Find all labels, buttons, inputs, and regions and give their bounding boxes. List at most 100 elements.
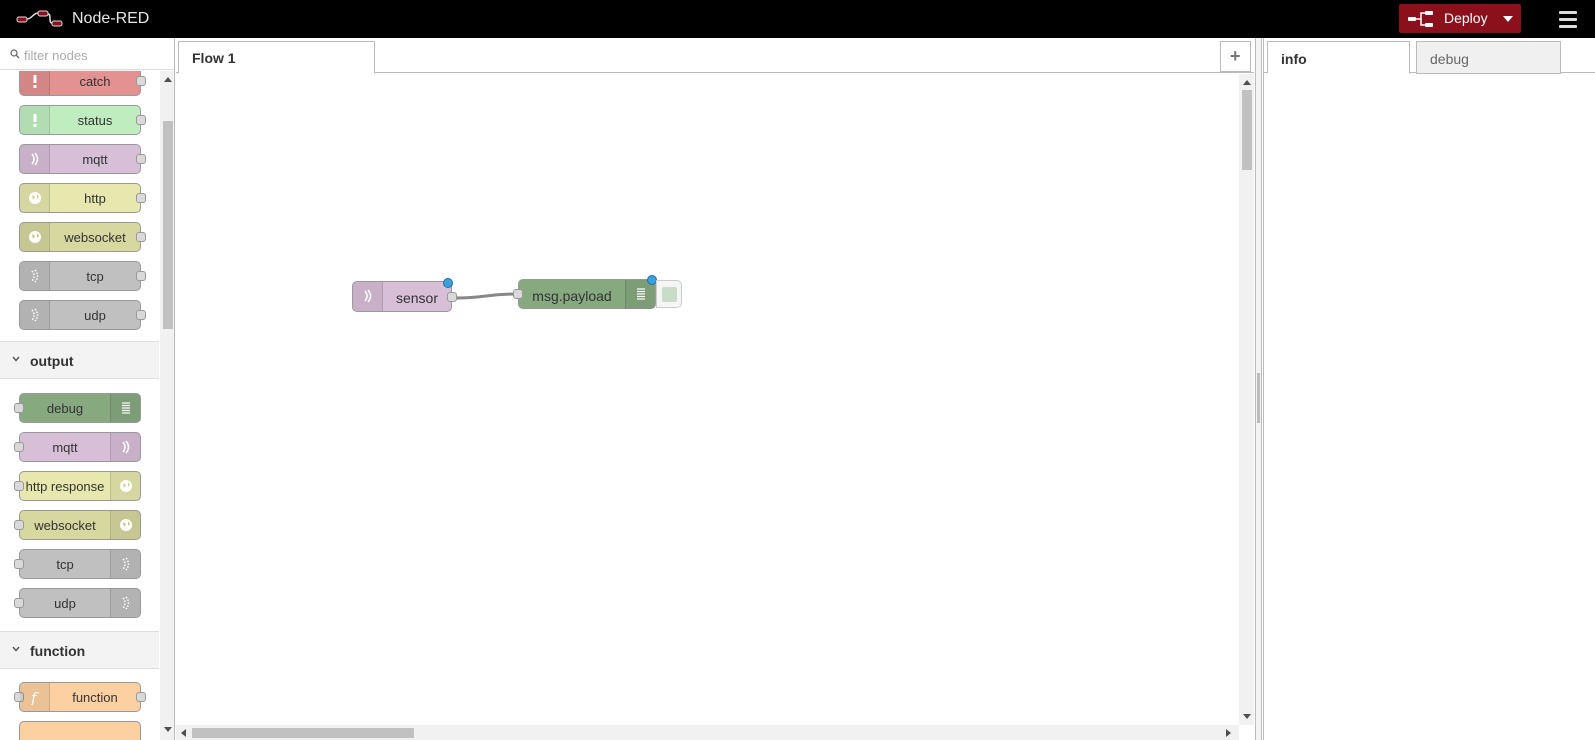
wire[interactable]: [455, 292, 517, 300]
palette-node-label: mqtt: [82, 152, 108, 167]
scroll-down-arrow-icon[interactable]: [1243, 714, 1251, 719]
header-bar: Node-RED Deploy: [0, 0, 1595, 38]
palette-node-label: udp: [54, 596, 76, 611]
filter-nodes-input[interactable]: [22, 44, 167, 66]
scroll-up-arrow-icon[interactable]: [164, 77, 172, 82]
main-menu-button[interactable]: [1556, 8, 1580, 30]
output-port[interactable]: [136, 193, 146, 203]
palette-node-websocket-in[interactable]: websocket: [19, 222, 146, 252]
palette-node-label: udp: [84, 308, 106, 323]
palette-node-debug[interactable]: debug: [14, 393, 141, 423]
palette-node-mqtt-out[interactable]: mqtt: [14, 432, 141, 462]
palette-node-label: websocket: [64, 230, 126, 245]
palette-node-mqtt-in[interactable]: mqtt: [19, 144, 146, 174]
scroll-thumb[interactable]: [1242, 90, 1252, 170]
palette-node-label: mqtt: [52, 440, 78, 455]
tab-label: debug: [1430, 51, 1469, 67]
category-label: output: [30, 353, 74, 369]
alert-icon: [20, 71, 50, 95]
chevron-down-icon: [12, 356, 20, 362]
white-globe-icon: [20, 223, 50, 251]
resize-grip-icon[interactable]: [1257, 373, 1260, 423]
workspace-vertical-scrollbar[interactable]: [1239, 74, 1254, 725]
debug-toggle-button[interactable]: [656, 280, 682, 308]
palette-node-udp-out[interactable]: udp: [14, 588, 141, 618]
output-port[interactable]: [136, 76, 146, 86]
flow-canvas[interactable]: sensor msg.payload: [176, 74, 1239, 725]
node-red-logo-icon: [16, 10, 63, 27]
output-port[interactable]: [136, 692, 146, 702]
palette-node-tcp-out[interactable]: tcp: [14, 549, 141, 579]
tab-label: Flow 1: [192, 50, 236, 66]
palette-node-function[interactable]: f function: [14, 682, 146, 712]
bridge-dash-icon: [20, 262, 50, 290]
palette-list: catch status mqtt http websocket tcp udp…: [0, 71, 159, 740]
scroll-left-arrow-icon[interactable]: [181, 729, 186, 737]
app-title: Node-RED: [72, 10, 150, 27]
node-palette: catch status mqtt http: [0, 38, 175, 740]
output-port[interactable]: [136, 310, 146, 320]
flow-node-sensor[interactable]: sensor: [352, 278, 457, 312]
palette-search: [0, 38, 174, 70]
bridge-icon: [353, 282, 383, 311]
palette-node-label: tcp: [56, 557, 74, 572]
tab-debug[interactable]: debug: [1416, 41, 1561, 74]
scroll-right-arrow-icon[interactable]: [1226, 729, 1231, 737]
palette-node-label: http response: [25, 479, 105, 494]
alert-icon: [20, 106, 50, 134]
scroll-thumb[interactable]: [163, 121, 173, 329]
scroll-thumb[interactable]: [192, 728, 414, 738]
category-function-header[interactable]: function: [0, 631, 159, 669]
tab-flow-1[interactable]: Flow 1: [178, 41, 375, 74]
deploy-label: Deploy: [1444, 10, 1488, 26]
palette-node-partial[interactable]: [19, 721, 141, 740]
function-icon: f: [20, 683, 50, 711]
palette-node-websocket-out[interactable]: websocket: [14, 510, 141, 540]
add-flow-button[interactable]: +: [1220, 41, 1251, 72]
chevron-down-icon: [12, 646, 20, 652]
palette-node-status[interactable]: status: [19, 105, 146, 135]
flow-node-debug[interactable]: msg.payload: [513, 275, 657, 309]
tab-info[interactable]: info: [1267, 41, 1410, 74]
flow-node-label: msg.payload: [532, 288, 612, 304]
bridge-dash-icon: [110, 550, 140, 578]
palette-node-http-in[interactable]: http: [19, 183, 146, 213]
scroll-down-arrow-icon[interactable]: [164, 727, 172, 732]
bridge-icon: [110, 433, 140, 461]
workspace-tabs: Flow 1 +: [176, 38, 1254, 74]
palette-node-tcp-in[interactable]: tcp: [19, 261, 146, 291]
workspace-horizontal-scrollbar[interactable]: [176, 725, 1239, 740]
output-port[interactable]: [136, 154, 146, 164]
palette-node-label: tcp: [86, 269, 104, 284]
palette-node-http-response[interactable]: http response: [14, 471, 141, 501]
caret-down-icon[interactable]: [1503, 16, 1513, 22]
palette-node-label: catch: [79, 74, 111, 89]
palette-node-catch[interactable]: catch: [19, 71, 146, 96]
plus-icon: +: [1230, 46, 1241, 66]
category-output-header[interactable]: output: [0, 341, 159, 379]
deploy-flow-icon: [1408, 11, 1433, 27]
deploy-button[interactable]: Deploy: [1399, 4, 1521, 33]
svg-text:f: f: [30, 689, 39, 705]
sidebar-splitter[interactable]: [1255, 38, 1262, 740]
scroll-up-arrow-icon[interactable]: [1243, 80, 1251, 85]
output-port[interactable]: [136, 115, 146, 125]
tab-label: info: [1281, 51, 1307, 67]
bridge-dash-icon: [20, 301, 50, 329]
workspace: Flow 1 + sensor msg.payload: [176, 38, 1254, 740]
palette-node-label: http: [84, 191, 106, 206]
white-globe-icon: [20, 184, 50, 212]
sidebar-tabs: info debug: [1264, 38, 1595, 74]
palette-node-label: websocket: [34, 518, 96, 533]
search-icon: [10, 49, 20, 59]
output-port[interactable]: [447, 292, 457, 302]
palette-node-udp-in[interactable]: udp: [19, 300, 146, 330]
output-port[interactable]: [136, 232, 146, 242]
bridge-icon: [20, 145, 50, 173]
palette-node-label: debug: [46, 401, 84, 416]
palette-scrollbar[interactable]: [160, 71, 174, 740]
debug-list-icon: [110, 394, 140, 422]
output-port[interactable]: [136, 271, 146, 281]
flow-node-label: sensor: [395, 290, 439, 306]
palette-node-label: function: [72, 690, 118, 705]
